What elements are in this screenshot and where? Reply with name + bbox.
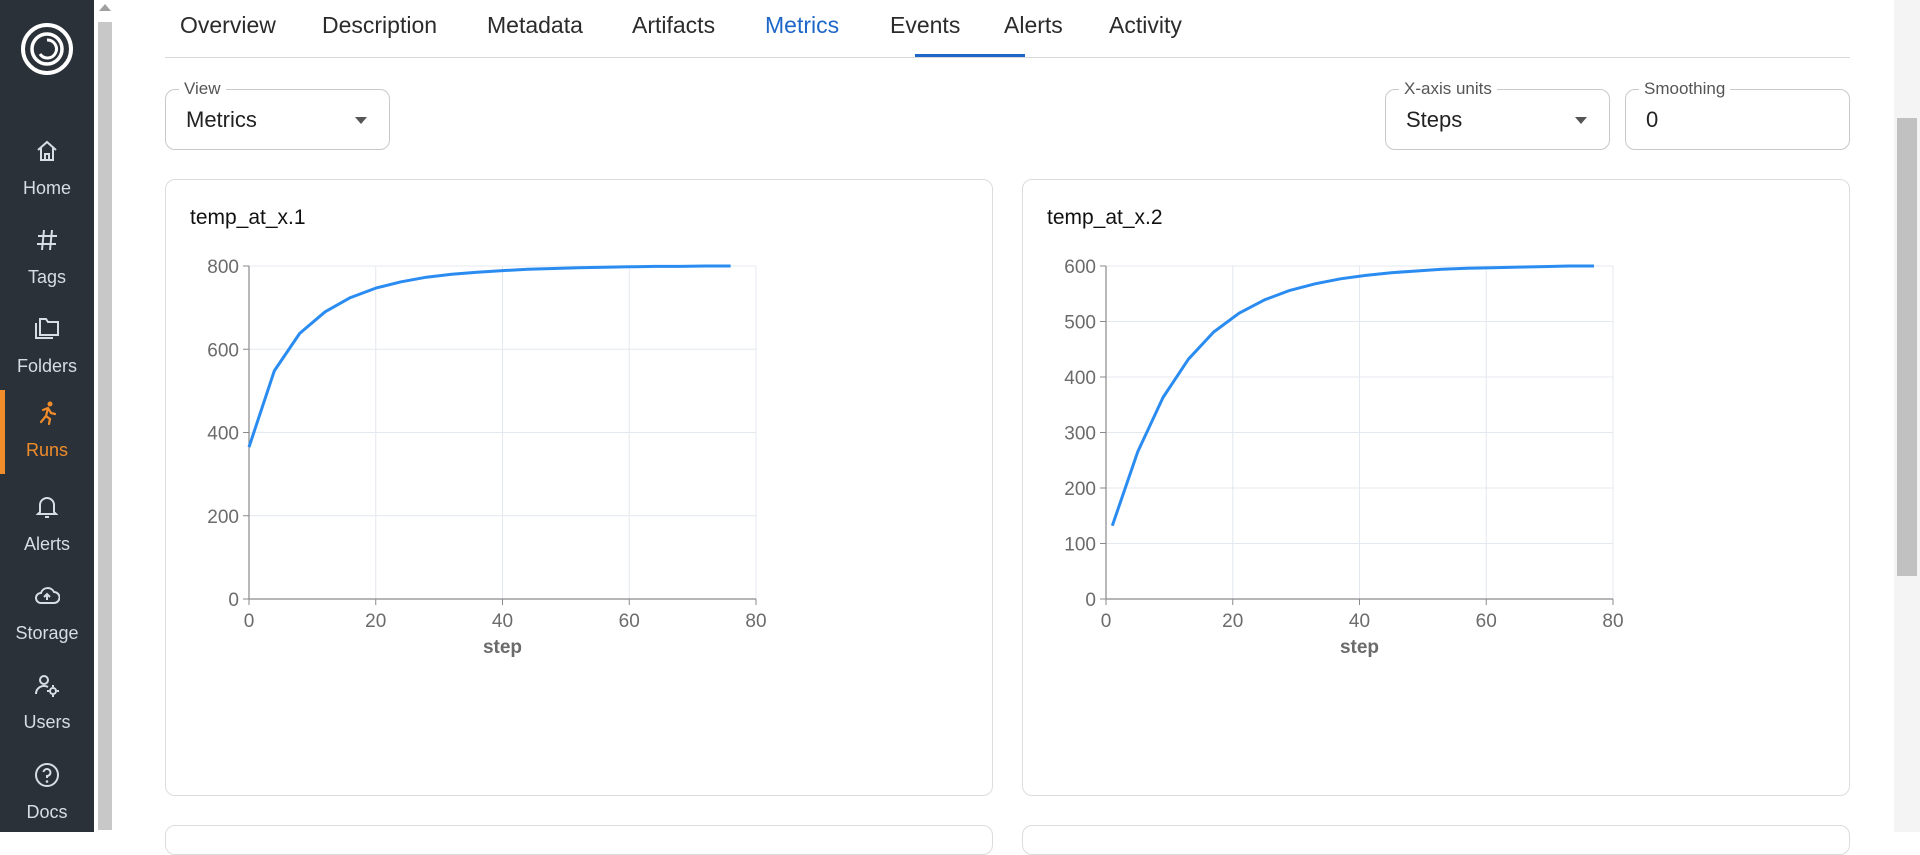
- folders-icon: [35, 318, 59, 339]
- users-gear-icon: [34, 675, 59, 697]
- run-icon: [39, 401, 57, 426]
- metric-chart-card: temp_at_x.1 0 200 400 600 800 0 20 40 60 80 step: [165, 179, 993, 796]
- page-scrollbar[interactable]: [1894, 0, 1920, 832]
- smoothing-input[interactable]: Smoothing 0: [1625, 79, 1850, 150]
- metric-chart-card: temp_at_x.2 0 100 200 300 400 500 600 0 20 40 60 80…: [1022, 179, 1850, 796]
- sidebar-item-folders[interactable]: Folders: [0, 306, 94, 390]
- sidebar-item-runs[interactable]: Runs: [0, 390, 94, 474]
- x-axis-units-value: Steps: [1406, 107, 1463, 132]
- scrollbar-track[interactable]: [98, 22, 112, 830]
- y-tick-label: 100: [1064, 535, 1096, 556]
- sidebar-item-docs[interactable]: Docs: [0, 752, 94, 836]
- y-tick-label: 200: [1064, 479, 1096, 500]
- y-tick-label: 200: [207, 507, 239, 528]
- line-chart[interactable]: 0 100 200 300 400 500 600 0 20 40 60 80 step: [1023, 180, 1851, 797]
- y-tick-label: 600: [1064, 257, 1096, 278]
- x-axis-title: step: [483, 637, 522, 658]
- x-tick-label: 80: [1602, 611, 1623, 632]
- x-axis-units-label: X-axis units: [1399, 79, 1497, 99]
- sidebar-item-home[interactable]: Home: [0, 128, 94, 212]
- sidebar-item-label: Docs: [26, 802, 68, 822]
- x-tick-label: 0: [1101, 611, 1112, 632]
- sidebar-item-users[interactable]: Users: [0, 662, 94, 746]
- y-tick-label: 0: [1085, 590, 1096, 611]
- tab-overview[interactable]: Overview: [180, 12, 276, 39]
- y-tick-label: 500: [1064, 313, 1096, 334]
- tab-description[interactable]: Description: [322, 12, 437, 39]
- sidebar-item-tags[interactable]: Tags: [0, 217, 94, 301]
- hash-icon: [37, 229, 57, 251]
- view-select-label: View: [179, 79, 226, 99]
- active-tab-indicator: [915, 54, 1025, 57]
- chevron-down-icon: [1575, 117, 1587, 124]
- cloud-upload-icon: [35, 587, 60, 604]
- smoothing-label: Smoothing: [1639, 79, 1731, 99]
- chevron-down-icon: [355, 117, 367, 124]
- x-tick-label: 40: [492, 611, 513, 632]
- sidebar-item-alerts[interactable]: Alerts: [0, 484, 94, 568]
- line-chart[interactable]: 0 200 400 600 800 0 20 40 60 80 step: [166, 180, 994, 797]
- sidebar-item-storage[interactable]: Storage: [0, 573, 94, 657]
- tab-bar: Overview Description Metadata Artifacts …: [165, 0, 1850, 58]
- tab-artifacts[interactable]: Artifacts: [632, 12, 715, 39]
- x-tick-label: 40: [1349, 611, 1370, 632]
- tab-metadata[interactable]: Metadata: [487, 12, 583, 39]
- x-tick-label: 20: [365, 611, 386, 632]
- sidebar-item-label: Runs: [25, 440, 69, 460]
- home-icon: [37, 140, 57, 161]
- sidebar-item-label: Folders: [16, 356, 78, 376]
- metric-chart-card-partial: [165, 825, 993, 855]
- x-tick-label: 80: [745, 611, 766, 632]
- tab-metrics[interactable]: Metrics: [765, 12, 839, 39]
- x-axis-title: step: [1340, 637, 1379, 658]
- x-axis-units-select[interactable]: X-axis units Steps: [1385, 79, 1610, 150]
- sidebar-item-label: Alerts: [23, 534, 70, 554]
- tab-activity[interactable]: Activity: [1109, 12, 1182, 39]
- bell-icon: [35, 497, 59, 518]
- x-tick-label: 60: [619, 611, 640, 632]
- app-logo[interactable]: [20, 22, 74, 76]
- tab-events[interactable]: Events: [890, 12, 960, 39]
- scrollbar-thumb[interactable]: [1897, 118, 1917, 576]
- left-scrollbar[interactable]: [94, 0, 118, 832]
- y-tick-label: 300: [1064, 424, 1096, 445]
- series-line: [1110, 264, 1594, 527]
- y-tick-label: 800: [207, 257, 239, 278]
- metric-chart-card-partial: [1022, 825, 1850, 855]
- view-select-value: Metrics: [186, 107, 257, 132]
- sidebar: Home Tags Folders Runs Alerts Storage Us…: [0, 0, 94, 832]
- sidebar-item-label: Tags: [27, 267, 67, 287]
- scroll-up-arrow-icon[interactable]: [99, 4, 111, 11]
- help-circle-icon: [35, 763, 59, 787]
- sidebar-item-label: Storage: [15, 623, 79, 643]
- series-line: [247, 264, 731, 448]
- y-tick-label: 400: [207, 424, 239, 445]
- y-tick-label: 400: [1064, 368, 1096, 389]
- tab-alerts[interactable]: Alerts: [1004, 12, 1063, 39]
- smoothing-value[interactable]: 0: [1646, 107, 1658, 133]
- x-tick-label: 60: [1476, 611, 1497, 632]
- y-tick-label: 600: [207, 340, 239, 361]
- y-tick-label: 0: [228, 590, 239, 611]
- sidebar-item-label: Users: [23, 712, 71, 732]
- sidebar-item-label: Home: [22, 178, 71, 198]
- x-tick-label: 20: [1222, 611, 1243, 632]
- x-tick-label: 0: [244, 611, 255, 632]
- view-select[interactable]: View Metrics: [165, 79, 390, 150]
